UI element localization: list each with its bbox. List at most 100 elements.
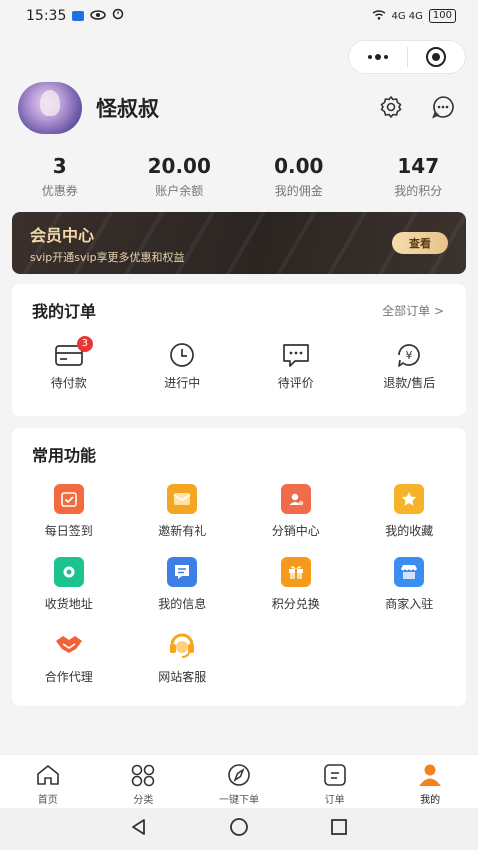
feature-merchant-join[interactable]: 商家入驻 xyxy=(353,557,467,612)
feature-daily-checkin[interactable]: 每日签到 xyxy=(12,484,126,539)
order-label: 待评价 xyxy=(277,376,314,390)
star-icon xyxy=(394,484,425,514)
stat-label: 我的佣金 xyxy=(274,184,323,198)
battery-icon: 100 xyxy=(428,9,456,23)
all-orders-link[interactable]: 全部订单 > xyxy=(382,302,444,319)
calendar-check-icon xyxy=(53,484,84,514)
headset-icon xyxy=(167,630,197,660)
svg-text:¥: ¥ xyxy=(406,349,413,362)
home-icon xyxy=(36,765,59,785)
miniprogram-capsule xyxy=(348,40,466,74)
notification-icon xyxy=(72,11,85,21)
tab-category[interactable]: 分类 xyxy=(96,755,192,808)
profile-header: 怪叔叔 xyxy=(18,82,159,134)
stat-coupons[interactable]: 3 优惠券 xyxy=(0,152,120,199)
order-label: 退款/售后 xyxy=(383,376,436,390)
chat-icon xyxy=(432,96,454,119)
feature-label: 收货地址 xyxy=(44,597,93,611)
feature-agent[interactable]: 合作代理 xyxy=(12,630,126,685)
gear-icon xyxy=(380,96,402,118)
wallet-icon: 3 xyxy=(53,336,93,368)
comment-icon xyxy=(280,342,312,368)
features-title: 常用功能 xyxy=(32,446,97,465)
eye-icon xyxy=(90,8,107,24)
feature-distribution[interactable]: 分销中心 xyxy=(239,484,353,539)
feature-label: 分销中心 xyxy=(271,524,320,538)
avatar[interactable] xyxy=(18,82,82,134)
stat-balance[interactable]: 20.00 账户余额 xyxy=(120,152,240,199)
tab-mine[interactable]: 我的 xyxy=(382,755,478,808)
tab-label: 订单 xyxy=(324,795,345,806)
order-label: 进行中 xyxy=(164,376,201,390)
order-refund[interactable]: ¥ 退款/售后 xyxy=(353,342,467,391)
tab-label: 一键下单 xyxy=(218,795,259,806)
feature-label: 每日签到 xyxy=(44,524,93,538)
username: 怪叔叔 xyxy=(96,97,159,121)
vip-title: 会员中心 xyxy=(30,226,95,245)
vip-view-button[interactable]: 查看 xyxy=(392,232,448,254)
order-icon xyxy=(323,764,346,786)
close-miniprogram-button[interactable] xyxy=(408,41,466,73)
recents-button[interactable] xyxy=(329,817,349,841)
store-icon xyxy=(394,557,425,587)
stat-points[interactable]: 147 我的积分 xyxy=(359,152,478,199)
orders-title: 我的订单 xyxy=(32,302,97,321)
feature-invite[interactable]: 邀新有礼 xyxy=(126,484,240,539)
tab-home[interactable]: 首页 xyxy=(0,755,96,808)
settings-button[interactable] xyxy=(378,94,404,120)
account-stats: 3 优惠券 20.00 账户余额 0.00 我的佣金 147 我的积分 xyxy=(0,152,478,199)
feature-favorites[interactable]: 我的收藏 xyxy=(353,484,467,539)
stat-value: 20.00 xyxy=(147,154,211,178)
signal-label: 4G 4G xyxy=(391,10,423,22)
feature-customer-service[interactable]: 网站客服 xyxy=(126,630,240,685)
stat-commission[interactable]: 0.00 我的佣金 xyxy=(239,152,359,199)
feature-label: 积分兑换 xyxy=(271,597,320,611)
user-card-icon xyxy=(280,484,311,514)
square-icon xyxy=(330,819,347,835)
vip-subtitle: svip开通svip享更多优惠和权益 xyxy=(30,251,185,264)
circle-icon xyxy=(230,818,248,836)
orders-card: 我的订单 全部订单 > 3 待付款 进行中 待评价 ¥ 退款/售后 xyxy=(12,284,466,416)
system-nav-bar xyxy=(0,808,478,850)
pending-count-badge: 3 xyxy=(76,336,93,352)
home-nav-button[interactable] xyxy=(228,816,250,842)
tab-quick-order[interactable]: 一键下单 xyxy=(191,755,287,808)
more-button[interactable] xyxy=(349,41,407,73)
alarm-icon xyxy=(112,8,124,24)
order-to-review[interactable]: 待评价 xyxy=(239,342,353,391)
feature-address[interactable]: 收货地址 xyxy=(12,557,126,612)
tab-label: 分类 xyxy=(133,795,154,806)
back-triangle-icon xyxy=(132,819,146,835)
message-button[interactable] xyxy=(430,94,456,120)
refund-icon: ¥ xyxy=(393,342,425,368)
tab-label: 我的 xyxy=(420,795,441,806)
feature-points-exchange[interactable]: 积分兑换 xyxy=(239,557,353,612)
clock-icon xyxy=(166,342,198,368)
envelope-icon xyxy=(167,484,198,514)
status-time: 15:35 xyxy=(26,8,67,24)
handshake-icon xyxy=(54,630,84,660)
gift-icon xyxy=(280,557,311,587)
message-icon xyxy=(167,557,198,587)
stat-value: 147 xyxy=(397,154,440,178)
target-icon xyxy=(426,47,447,67)
vip-banner[interactable]: 会员中心 svip开通svip享更多优惠和权益 查看 xyxy=(12,212,466,274)
user-icon xyxy=(419,764,442,786)
feature-label: 邀新有礼 xyxy=(158,524,207,538)
bottom-tab-bar: 首页 分类 一键下单 订单 我的 xyxy=(0,754,478,808)
location-icon xyxy=(53,557,84,587)
feature-label: 我的信息 xyxy=(158,597,207,611)
stat-label: 账户余额 xyxy=(155,184,204,198)
tab-orders[interactable]: 订单 xyxy=(287,755,383,808)
stat-value: 0.00 xyxy=(274,154,324,178)
order-label: 待付款 xyxy=(50,376,87,390)
back-button[interactable] xyxy=(129,817,149,841)
feature-label: 网站客服 xyxy=(158,670,207,684)
stat-value: 3 xyxy=(52,154,67,178)
more-dots-icon xyxy=(367,54,388,60)
order-pending-payment[interactable]: 3 待付款 xyxy=(12,336,126,391)
stat-label: 优惠券 xyxy=(41,184,78,198)
order-in-progress[interactable]: 进行中 xyxy=(126,342,240,391)
wifi-icon xyxy=(372,9,386,23)
feature-my-info[interactable]: 我的信息 xyxy=(126,557,240,612)
